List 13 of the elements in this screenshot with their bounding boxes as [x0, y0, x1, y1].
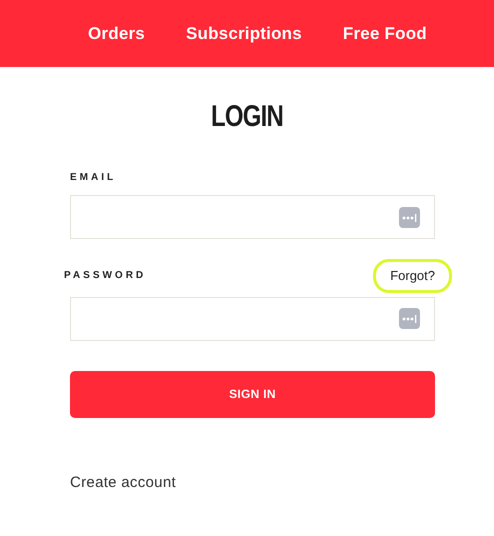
nav-link-item[interactable]: Free Food [342, 20, 427, 46]
nav-link-item[interactable]: Orders [88, 20, 145, 46]
sign-in-button[interactable]: SIGN IN [70, 370, 435, 418]
password-manager-icon[interactable] [399, 308, 420, 329]
password-field[interactable] [70, 296, 435, 340]
email-field[interactable] [70, 195, 435, 239]
create-account-link[interactable]: Create account [70, 472, 176, 494]
forgot-link[interactable]: Forgot? [373, 259, 452, 292]
field-label: PASSWORD [64, 269, 146, 284]
password-manager-icon[interactable] [399, 206, 420, 228]
page-title: LOGIN [211, 100, 283, 133]
nav-link-item[interactable]: Subscriptions [186, 20, 302, 46]
field-label: EMAIL [70, 170, 116, 184]
